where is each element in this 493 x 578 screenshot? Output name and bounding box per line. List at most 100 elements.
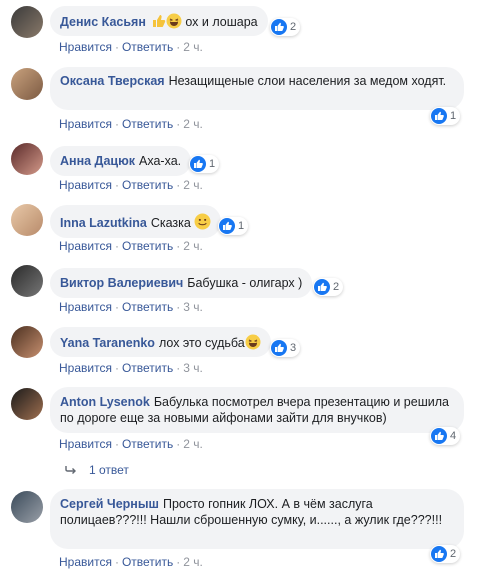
view-replies-link[interactable]: 1 ответ <box>65 463 129 477</box>
separator: · <box>176 239 181 253</box>
separator: · <box>176 300 181 314</box>
comment-actions: Нравится · Ответить · 2 ч. <box>59 437 203 451</box>
reaction-count[interactable]: 1 <box>430 107 461 125</box>
avatar[interactable] <box>11 388 43 420</box>
laughing-emoji <box>166 13 182 33</box>
separator: · <box>114 178 119 192</box>
comment-bubble: Сергей Черныш Просто гопник ЛОХ. А в чём … <box>50 489 464 549</box>
avatar[interactable] <box>11 491 43 523</box>
reply-link[interactable]: Ответить <box>122 361 173 375</box>
comment-bubble: Анна Дацюк Аха-ха. <box>50 146 192 176</box>
comment-actions: Нравится · Ответить · 3 ч. <box>59 361 203 375</box>
reaction-count[interactable]: 4 <box>430 427 461 445</box>
comment-actions: Нравится · Ответить · 2 ч. <box>59 40 203 54</box>
comment-bubble: Anton Lysenok Бабулька посмотрел вчера пр… <box>50 387 464 433</box>
avatar[interactable] <box>11 68 43 100</box>
separator: · <box>114 555 119 569</box>
comment-text: ох и лошара <box>185 15 258 29</box>
reaction-count-text: 2 <box>290 21 297 33</box>
reply-link[interactable]: Ответить <box>122 300 173 314</box>
reaction-count-text: 2 <box>333 281 340 293</box>
like-link[interactable]: Нравится <box>59 239 112 253</box>
reaction-count[interactable]: 3 <box>270 339 301 357</box>
reaction-count-text: 1 <box>450 110 457 122</box>
comment-bubble: Inna Lazutkina Сказка <box>50 205 222 238</box>
comment-author[interactable]: Anton Lysenok <box>60 395 150 409</box>
comment-actions: Нравится · Ответить · 2 ч. <box>59 555 203 569</box>
comment-author[interactable]: Денис Касьян <box>60 15 146 29</box>
reply-link[interactable]: Ответить <box>122 239 173 253</box>
reply-link[interactable]: Ответить <box>122 117 173 131</box>
like-reaction-icon <box>431 428 447 444</box>
reaction-count[interactable]: 2 <box>270 18 301 36</box>
reaction-count[interactable]: 1 <box>218 217 249 235</box>
separator: · <box>176 437 181 451</box>
like-link[interactable]: Нравится <box>59 437 112 451</box>
timestamp[interactable]: 2 ч. <box>183 178 203 192</box>
avatar[interactable] <box>11 265 43 297</box>
like-link[interactable]: Нравится <box>59 178 112 192</box>
comment-actions: Нравится · Ответить · 2 ч. <box>59 178 203 192</box>
like-link[interactable]: Нравится <box>59 40 112 54</box>
separator: · <box>176 361 181 375</box>
timestamp[interactable]: 2 ч. <box>183 437 203 451</box>
separator: · <box>114 300 119 314</box>
separator: · <box>176 555 181 569</box>
avatar[interactable] <box>11 6 43 38</box>
separator: · <box>114 40 119 54</box>
comment-author[interactable]: Оксана Тверская <box>60 74 165 88</box>
like-reaction-icon <box>271 340 287 356</box>
comment-author[interactable]: Yana Taranenko <box>60 336 155 350</box>
reply-link[interactable]: Ответить <box>122 178 173 192</box>
reaction-count[interactable]: 2 <box>313 278 344 296</box>
separator: · <box>176 40 181 54</box>
comment-actions: Нравится · Ответить · 3 ч. <box>59 300 203 314</box>
avatar[interactable] <box>11 143 43 175</box>
avatar[interactable] <box>11 326 43 358</box>
laughing-emoji <box>245 334 261 354</box>
reaction-count-text: 4 <box>450 430 457 442</box>
reaction-count-text: 1 <box>238 220 245 232</box>
like-link[interactable]: Нравится <box>59 555 112 569</box>
comment-text: Аха-ха. <box>139 154 182 168</box>
reaction-count-text: 2 <box>450 548 457 560</box>
like-reaction-icon <box>431 108 447 124</box>
like-reaction-icon <box>190 156 206 172</box>
timestamp[interactable]: 3 ч. <box>183 361 203 375</box>
separator: · <box>114 117 119 131</box>
thumbs-up-emoji <box>150 13 166 33</box>
timestamp[interactable]: 2 ч. <box>183 555 203 569</box>
comment-bubble: Yana Taranenko лох это судьба <box>50 327 271 357</box>
separator: · <box>114 239 119 253</box>
reply-arrow-icon <box>65 466 76 474</box>
avatar[interactable] <box>11 204 43 236</box>
reaction-count-text: 1 <box>209 158 216 170</box>
reaction-count[interactable]: 2 <box>430 545 461 563</box>
smiling-emoji <box>194 213 211 234</box>
separator: · <box>176 178 181 192</box>
comment-bubble: Виктор Валериевич Бабушка - олигарх ) <box>50 268 313 298</box>
like-link[interactable]: Нравится <box>59 361 112 375</box>
comment-actions: Нравится · Ответить · 2 ч. <box>59 117 203 131</box>
like-reaction-icon <box>271 19 287 35</box>
timestamp[interactable]: 2 ч. <box>183 40 203 54</box>
timestamp[interactable]: 2 ч. <box>183 239 203 253</box>
separator: · <box>114 361 119 375</box>
comment-author[interactable]: Анна Дацюк <box>60 154 135 168</box>
reply-link[interactable]: Ответить <box>122 555 173 569</box>
separator: · <box>114 437 119 451</box>
reaction-count[interactable]: 1 <box>189 155 220 173</box>
like-reaction-icon <box>431 546 447 562</box>
comment-bubble: Денис Касьян ох и лошара <box>50 6 268 36</box>
like-link[interactable]: Нравится <box>59 117 112 131</box>
comment-author[interactable]: Виктор Валериевич <box>60 276 183 290</box>
reply-link[interactable]: Ответить <box>122 40 173 54</box>
like-link[interactable]: Нравится <box>59 300 112 314</box>
comment-author[interactable]: Inna Lazutkina <box>60 216 147 230</box>
like-reaction-icon <box>314 279 330 295</box>
timestamp[interactable]: 2 ч. <box>183 117 203 131</box>
comment-author[interactable]: Сергей Черныш <box>60 497 159 511</box>
timestamp[interactable]: 3 ч. <box>183 300 203 314</box>
separator: · <box>176 117 181 131</box>
reply-link[interactable]: Ответить <box>122 437 173 451</box>
